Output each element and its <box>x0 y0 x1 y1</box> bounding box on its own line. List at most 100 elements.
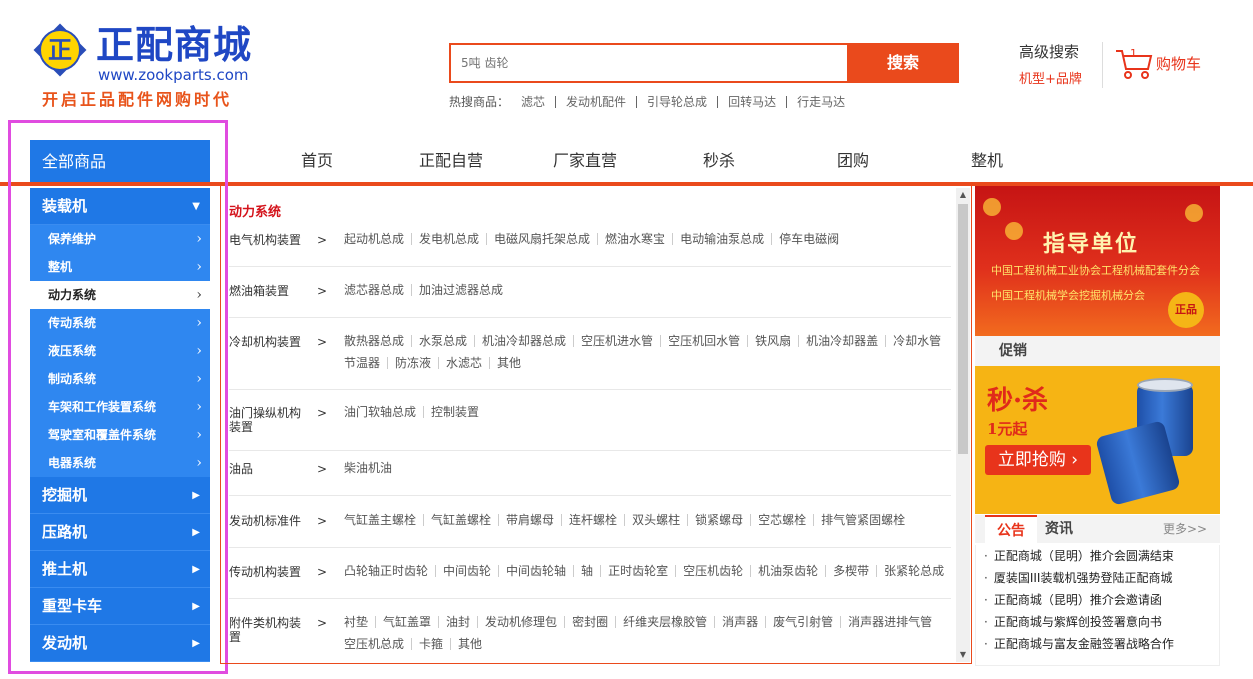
part-link[interactable]: 气缸盖主螺栓 <box>337 514 423 526</box>
part-link[interactable]: 气缸盖螺栓 <box>423 514 498 526</box>
category-bulldozer[interactable]: 推土机 ▶ <box>30 551 210 588</box>
model-brand-link[interactable]: 机型+品牌 <box>1019 68 1082 87</box>
all-goods-button[interactable]: 全部商品 <box>30 140 210 186</box>
buy-now-button[interactable]: 立即抢购 › <box>985 445 1091 475</box>
notice-item[interactable]: 正配商城与富友金融签署战略合作 <box>976 633 1198 655</box>
part-link[interactable]: 带肩螺母 <box>498 514 561 526</box>
part-link[interactable]: 空压机进水管 <box>573 335 660 347</box>
flash-sale-banner[interactable]: 秒·杀 1元起 立即抢购 › <box>975 366 1220 514</box>
notice-item[interactable]: 正配商城（昆明）推介会邀请函 <box>976 589 1198 611</box>
advanced-search[interactable]: 高级搜索 机型+品牌 <box>1019 41 1082 87</box>
panel-scrollbar[interactable]: ▲ ▼ <box>956 188 970 662</box>
category-loader[interactable]: 装载机 ▼ <box>30 188 210 225</box>
category-roller[interactable]: 压路机 ▶ <box>30 514 210 551</box>
part-link[interactable]: 节温器 <box>337 357 387 369</box>
subcategory-item-active[interactable]: 动力系统 › <box>30 281 210 309</box>
part-link[interactable]: 衬垫 <box>337 616 375 628</box>
part-link[interactable]: 空压机回水管 <box>660 335 747 347</box>
subcategory-item[interactable]: 驾驶室和覆盖件系统 › <box>30 421 210 449</box>
part-link[interactable]: 卡箍 <box>411 638 450 650</box>
nav-home[interactable]: 首页 <box>250 147 384 171</box>
row-label[interactable]: 燃油箱装置 <box>229 284 309 298</box>
advanced-search-link[interactable]: 高级搜索 <box>1019 41 1082 62</box>
part-link[interactable]: 发动机修理包 <box>477 616 564 628</box>
part-link[interactable]: 正时齿轮室 <box>600 565 675 577</box>
part-link[interactable]: 滤芯器总成 <box>337 284 411 296</box>
row-label[interactable]: 油品 <box>229 462 309 476</box>
nav-manufacturer[interactable]: 厂家直营 <box>518 147 652 171</box>
tab-notice[interactable]: 公告 <box>985 515 1037 543</box>
guidance-banner[interactable]: 指导单位 中国工程机械工业协会工程机械配套件分会 中国工程机械学会挖掘机械分会 … <box>975 186 1220 336</box>
search-button[interactable]: 搜索 <box>847 43 959 83</box>
hot-search-link[interactable]: 发动机配件 <box>555 96 636 108</box>
scroll-thumb[interactable] <box>958 204 968 454</box>
part-link[interactable]: 机油冷却器总成 <box>474 335 573 347</box>
part-link[interactable]: 多楔带 <box>825 565 876 577</box>
part-link[interactable]: 柴油机油 <box>337 462 399 474</box>
hot-search-link[interactable]: 回转马达 <box>717 96 786 108</box>
notice-item[interactable]: 厦装国III装载机强势登陆正配商城 <box>976 567 1198 589</box>
part-link[interactable]: 张紧轮总成 <box>876 565 951 577</box>
scroll-down-icon[interactable]: ▼ <box>956 648 970 662</box>
part-link[interactable]: 停车电磁阀 <box>771 233 846 245</box>
part-link[interactable]: 密封圈 <box>564 616 615 628</box>
part-link[interactable]: 加油过滤器总成 <box>411 284 510 296</box>
part-link[interactable]: 双头螺柱 <box>624 514 687 526</box>
part-link[interactable]: 油封 <box>438 616 477 628</box>
subcategory-item[interactable]: 液压系统 › <box>30 337 210 365</box>
subcategory-item[interactable]: 传动系统 › <box>30 309 210 337</box>
row-label[interactable]: 传动机构装置 <box>229 565 309 579</box>
tab-news[interactable]: 资讯 <box>1045 515 1073 543</box>
subcategory-item[interactable]: 车架和工作装置系统 › <box>30 393 210 421</box>
part-link[interactable]: 冷却水管 <box>885 335 948 347</box>
row-label[interactable]: 电气机构装置 <box>229 233 309 247</box>
part-link[interactable]: 凸轮轴正时齿轮 <box>337 565 435 577</box>
nav-group-buy[interactable]: 团购 <box>786 147 920 171</box>
part-link[interactable]: 其他 <box>450 638 489 650</box>
nav-whole-machine[interactable]: 整机 <box>920 147 1054 171</box>
part-link[interactable]: 水泵总成 <box>411 335 474 347</box>
part-link[interactable]: 燃油水寒宝 <box>597 233 672 245</box>
part-link[interactable]: 电磁风扇托架总成 <box>486 233 597 245</box>
category-excavator[interactable]: 挖掘机 ▶ <box>30 477 210 514</box>
subcategory-item[interactable]: 制动系统 › <box>30 365 210 393</box>
part-link[interactable]: 油门软轴总成 <box>337 406 423 418</box>
more-link[interactable]: 更多>> <box>1163 515 1207 543</box>
part-link[interactable]: 消声器进排气管 <box>840 616 939 628</box>
part-link[interactable]: 铁风扇 <box>747 335 798 347</box>
row-label[interactable]: 发动机标准件 <box>229 514 309 528</box>
part-link[interactable]: 中间齿轮轴 <box>498 565 573 577</box>
part-link[interactable]: 锁紧螺母 <box>687 514 750 526</box>
part-link[interactable]: 散热器总成 <box>337 335 411 347</box>
scroll-up-icon[interactable]: ▲ <box>956 188 970 202</box>
part-link[interactable]: 机油泵齿轮 <box>750 565 825 577</box>
part-link[interactable]: 空芯螺栓 <box>750 514 813 526</box>
nav-flash-sale[interactable]: 秒杀 <box>652 147 786 171</box>
hot-search-link[interactable]: 滤芯 <box>517 96 555 108</box>
notice-item[interactable]: 正配商城与紫辉创投签署意向书 <box>976 611 1198 633</box>
part-link[interactable]: 排气管紧固螺栓 <box>813 514 912 526</box>
site-logo[interactable]: 正 正配商城 www.zookparts.com 开启正品配件网购时代 <box>30 22 275 109</box>
hot-search-link[interactable]: 行走马达 <box>786 96 855 108</box>
part-link[interactable]: 其他 <box>489 357 528 369</box>
part-link[interactable]: 起动机总成 <box>337 233 411 245</box>
subcategory-item[interactable]: 电器系统 › <box>30 449 210 477</box>
part-link[interactable]: 连杆螺栓 <box>561 514 624 526</box>
row-label[interactable]: 油门操纵机构装置 <box>229 406 309 434</box>
part-link[interactable]: 电动输油泵总成 <box>672 233 771 245</box>
part-link[interactable]: 防冻液 <box>387 357 438 369</box>
part-link[interactable]: 机油冷却器盖 <box>798 335 885 347</box>
part-link[interactable]: 空压机总成 <box>337 638 411 650</box>
part-link[interactable]: 发电机总成 <box>411 233 486 245</box>
cart-button[interactable]: 1 购物车 <box>1114 45 1214 85</box>
part-link[interactable]: 控制装置 <box>423 406 486 418</box>
subcategory-item[interactable]: 整机 › <box>30 253 210 281</box>
hot-search-link[interactable]: 引导轮总成 <box>636 96 717 108</box>
search-input[interactable] <box>451 45 847 81</box>
category-engine[interactable]: 发动机 ▶ <box>30 625 210 662</box>
nav-self-operated[interactable]: 正配自营 <box>384 147 518 171</box>
part-link[interactable]: 气缸盖罩 <box>375 616 438 628</box>
category-heavy-truck[interactable]: 重型卡车 ▶ <box>30 588 210 625</box>
row-label[interactable]: 冷却机构装置 <box>229 335 309 349</box>
part-link[interactable]: 消声器 <box>714 616 765 628</box>
